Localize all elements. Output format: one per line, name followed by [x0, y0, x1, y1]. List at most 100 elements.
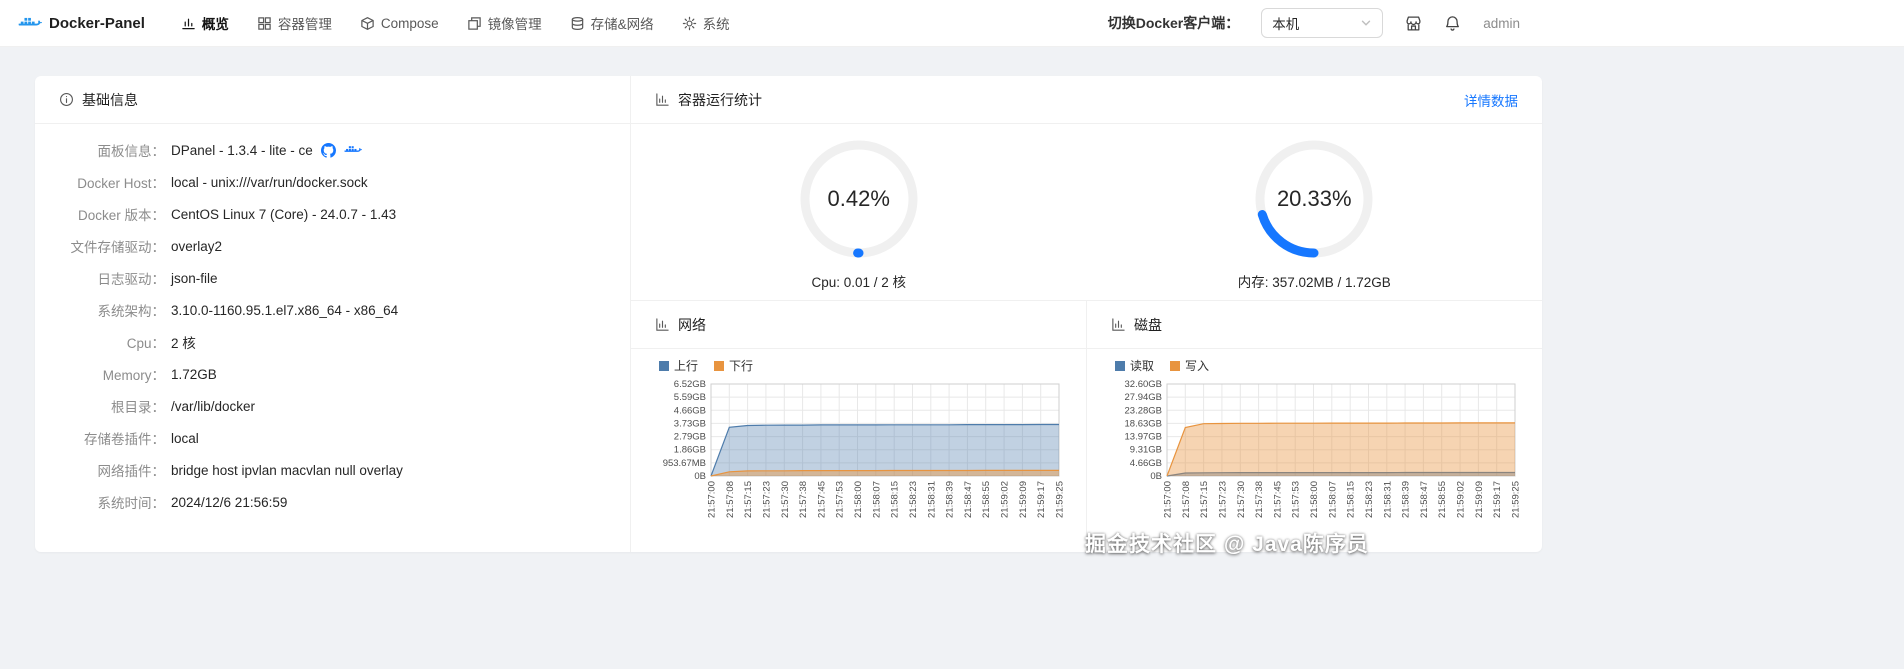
svg-text:21:57:00: 21:57:00: [707, 481, 718, 518]
info-row: 网络插件： bridge host ipvlan macvlan null ove…: [59, 454, 606, 486]
info-value: /var/lib/docker: [171, 398, 256, 414]
dashboard-card: 基础信息 面板信息： DPanel - 1.3.4 - lite - ce Dock…: [35, 76, 1542, 552]
nav-item-label: 容器管理: [277, 17, 332, 32]
nav-item-storage[interactable]: 存储&网络: [558, 7, 666, 39]
svg-text:21:59:17: 21:59:17: [1492, 481, 1503, 518]
svg-text:21:57:30: 21:57:30: [1236, 481, 1247, 518]
info-row: Memory： 1.72GB: [59, 358, 606, 390]
svg-text:23.28GB: 23.28GB: [1125, 405, 1163, 416]
gauge-percent: 0.42%: [827, 186, 890, 211]
svg-text:21:59:09: 21:59:09: [1474, 481, 1485, 518]
info-label: 系统架构：: [97, 304, 166, 319]
svg-text:21:57:15: 21:57:15: [1199, 481, 1210, 518]
disk-chart-title: 磁盘: [1134, 316, 1162, 333]
brand[interactable]: Docker-Panel: [18, 14, 145, 32]
bar-chart-icon: [655, 92, 670, 107]
bar-chart-icon: [1111, 317, 1126, 332]
info-value: overlay2: [171, 238, 223, 254]
info-value: 3.10.0-1160.95.1.el7.x86_64 - x86_64: [171, 302, 399, 318]
github-icon[interactable]: [320, 142, 336, 158]
disk-chart-header: 磁盘: [1087, 301, 1542, 349]
legend-item-读取[interactable]: 读取: [1115, 357, 1154, 374]
stats-title: 容器运行统计: [678, 91, 762, 108]
chevron-down-icon: [1360, 17, 1372, 29]
legend-label: 读取: [1130, 359, 1155, 373]
info-row: 日志驱动： json-file: [59, 262, 606, 294]
nav-item-images[interactable]: 镜像管理: [455, 7, 554, 39]
gauge-caption: 内存: 357.02MB / 1.72GB: [1237, 275, 1391, 290]
legend-label: 下行: [729, 359, 754, 373]
svg-text:0B: 0B: [1150, 471, 1162, 482]
docker-icon[interactable]: [344, 143, 362, 157]
nav-item-system[interactable]: 系统: [670, 7, 742, 39]
legend-item-上行[interactable]: 上行: [659, 357, 698, 374]
bar-chart-icon: [655, 317, 670, 332]
svg-text:21:58:15: 21:58:15: [1346, 481, 1357, 518]
info-row: 系统时间： 2024/12/6 21:56:59: [59, 486, 606, 518]
svg-text:21:58:07: 21:58:07: [1327, 481, 1338, 518]
store-icon[interactable]: [1405, 15, 1422, 32]
svg-text:27.94GB: 27.94GB: [1125, 392, 1163, 403]
database-icon: [570, 16, 585, 31]
svg-text:21:58:23: 21:58:23: [1364, 481, 1375, 518]
nav-item-label: Compose: [380, 15, 439, 31]
svg-text:953.67MB: 953.67MB: [663, 458, 706, 469]
legend-item-下行[interactable]: 下行: [714, 357, 753, 374]
svg-text:21:58:39: 21:58:39: [945, 481, 956, 518]
topbar-right: 切换Docker客户端： 本机 admin: [1108, 8, 1520, 38]
svg-text:6.52GB: 6.52GB: [674, 379, 706, 390]
info-label: 存储卷插件：: [84, 432, 165, 447]
network-chart-body: 上行 下行 0B 953.67MB 1.86GB 2.79GB 3.73GB 4.66GB 5…: [631, 349, 1086, 534]
legend-item-写入[interactable]: 写入: [1170, 357, 1209, 374]
bell-icon[interactable]: [1444, 15, 1461, 32]
svg-text:21:57:38: 21:57:38: [1254, 481, 1265, 518]
svg-text:21:58:31: 21:58:31: [926, 481, 937, 518]
svg-text:21:58:23: 21:58:23: [908, 481, 919, 518]
nav-item-label: 存储&网络: [590, 17, 654, 32]
main-nav: 概览 容器管理 Compose 镜像管理 存储&网络 系统: [169, 7, 742, 39]
svg-text:32.60GB: 32.60GB: [1125, 379, 1163, 390]
gauge-caption: Cpu: 0.01 / 2 核: [811, 275, 907, 290]
svg-text:2.79GB: 2.79GB: [674, 432, 706, 443]
grid-icon: [257, 16, 272, 31]
svg-text:18.63GB: 18.63GB: [1125, 418, 1163, 429]
info-value: local: [171, 430, 199, 446]
info-label: Docker Host：: [77, 176, 165, 191]
nav-item-label: 概览: [201, 17, 229, 32]
nav-item-compose[interactable]: Compose: [348, 10, 451, 37]
svg-text:21:57:30: 21:57:30: [780, 481, 791, 518]
disk-chart: 0B 4.66GB 9.31GB 13.97GB 18.63GB 23.28GB 27.94…: [1125, 379, 1522, 518]
svg-text:21:58:15: 21:58:15: [890, 481, 901, 518]
info-label: Cpu：: [126, 336, 165, 351]
client-select[interactable]: 本机: [1261, 8, 1384, 38]
docker-whale-logo-icon: [18, 14, 42, 32]
legend-swatch: [659, 360, 669, 371]
legend-swatch: [1115, 360, 1125, 371]
gauge-ring: 0.42%: [797, 137, 921, 261]
svg-text:5.59GB: 5.59GB: [674, 392, 706, 403]
info-row: 存储卷插件： local: [59, 422, 606, 454]
info-label: 网络插件：: [97, 464, 166, 479]
info-label: Memory：: [102, 368, 165, 383]
svg-text:21:57:15: 21:57:15: [743, 481, 754, 518]
layers-icon: [467, 16, 482, 31]
info-label: 面板信息：: [97, 144, 166, 159]
nav-item-containers[interactable]: 容器管理: [245, 7, 344, 39]
info-row: 系统架构： 3.10.0-1160.95.1.el7.x86_64 - x86_6…: [59, 294, 606, 326]
svg-text:21:58:47: 21:58:47: [963, 481, 974, 518]
legend-swatch: [1170, 360, 1181, 371]
username[interactable]: admin: [1483, 16, 1520, 31]
info-row: Docker Host： local - unix:///var/run/dock…: [59, 166, 606, 198]
top-navbar: Docker-Panel 概览 容器管理 Compose 镜像管理 存储&网络 系统 切换…: [0, 0, 1904, 47]
info-row: 文件存储驱动： overlay2: [59, 230, 606, 262]
chart-icon: [181, 16, 196, 31]
stats-header: 容器运行统计 详情数据: [631, 76, 1542, 124]
svg-text:21:59:09: 21:59:09: [1018, 481, 1029, 518]
info-row: Docker 版本： CentOS Linux 7 (Core) - 24.0.7…: [59, 198, 606, 230]
svg-text:21:57:53: 21:57:53: [1291, 481, 1302, 518]
nav-item-overview[interactable]: 概览: [169, 7, 241, 39]
stats-panel: 容器运行统计 详情数据 0.42% Cpu: 0.01 / 2 核 20.33% 内存…: [631, 76, 1542, 552]
detail-data-link[interactable]: 详情数据: [1464, 90, 1518, 110]
network-chart-header: 网络: [631, 301, 1086, 349]
legend-label: 写入: [1185, 359, 1210, 373]
